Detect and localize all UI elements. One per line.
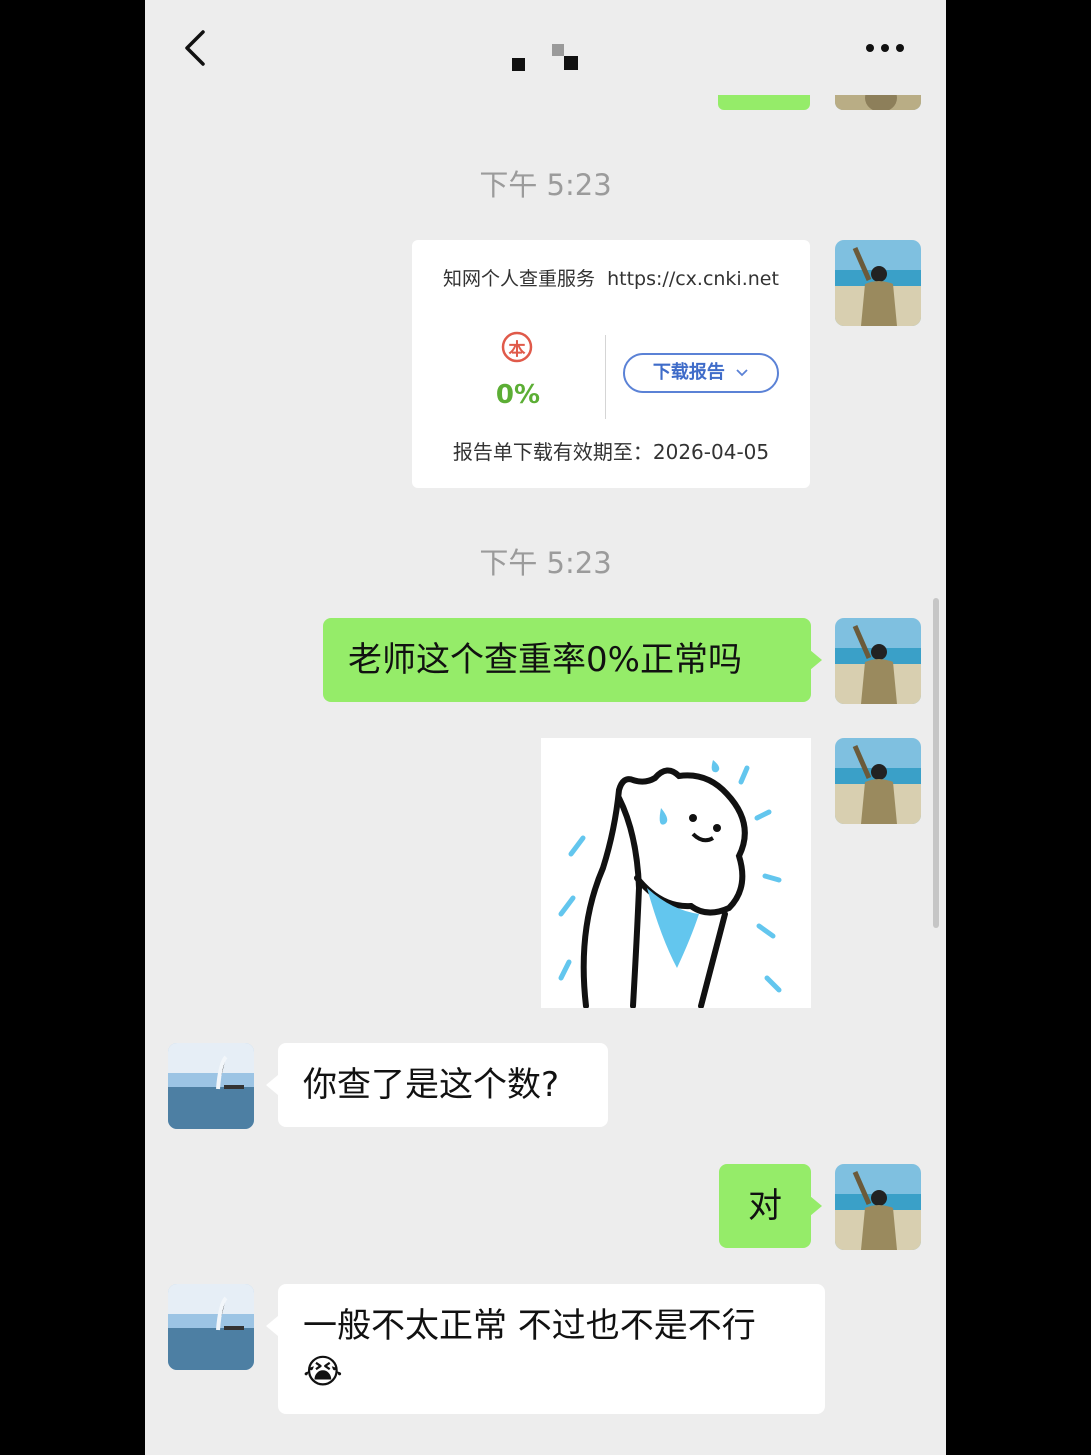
message-bubble-sent[interactable]: 老师这个查重率0%正常吗 <box>323 618 811 702</box>
message-text: 你查了是这个数? <box>303 1065 560 1105</box>
chat-screen: 下午 5:23 知网个人查重服务 https://cx.cnki.net 本 0… <box>145 0 946 1455</box>
message-text: 老师这个查重率0%正常吗 <box>348 640 742 680</box>
card-divider <box>605 335 606 419</box>
timestamp: 下午 5:23 <box>479 546 612 580</box>
chevron-down-icon <box>736 369 748 377</box>
stamp-icon: 本 <box>500 330 534 364</box>
teacher-avatar[interactable] <box>168 1284 254 1370</box>
card-service-name: 知网个人查重服务 <box>443 268 596 290</box>
bubble-tail <box>810 650 822 670</box>
card-url: https://cx.cnki.net <box>607 268 779 290</box>
message-text: 对 <box>748 1186 782 1226</box>
card-expiry: 报告单下载有效期至：2026-04-05 <box>452 440 770 464</box>
stamp-char: 本 <box>508 340 526 360</box>
bubble-tail <box>810 1196 822 1216</box>
avatar[interactable] <box>835 240 921 326</box>
crying-emoji-icon: 😭 <box>303 1352 343 1392</box>
sweating-cat-sticker[interactable] <box>541 738 811 1009</box>
message-bubble-received[interactable]: 一般不太正常 不过也不是不行 😭 <box>278 1284 825 1414</box>
top-bar <box>145 0 946 95</box>
bubble-tail <box>266 1316 278 1336</box>
download-report-label: 下载报告 <box>652 362 725 383</box>
scrollbar[interactable] <box>933 598 939 928</box>
avatar[interactable] <box>835 1164 921 1250</box>
mosaic-title-icon <box>505 40 585 74</box>
teacher-avatar[interactable] <box>168 1043 254 1129</box>
more-dots-icon[interactable] <box>860 34 910 62</box>
download-report-button[interactable]: 下载报告 <box>623 353 779 393</box>
message-text: 一般不太正常 不过也不是不行 <box>303 1306 756 1346</box>
message-bubble-sent[interactable]: 对 <box>719 1164 811 1248</box>
bubble-tail <box>266 1075 278 1095</box>
similarity-percent: 0% <box>495 380 541 410</box>
report-card[interactable]: 知网个人查重服务 https://cx.cnki.net 本 0% 下载报告 报… <box>412 240 810 488</box>
chevron-left-icon[interactable] <box>175 26 219 70</box>
card-header: 知网个人查重服务 https://cx.cnki.net <box>412 264 810 291</box>
message-bubble-received[interactable]: 你查了是这个数? <box>278 1043 608 1127</box>
avatar[interactable] <box>835 618 921 704</box>
timestamp: 下午 5:23 <box>479 168 612 202</box>
avatar[interactable] <box>835 738 921 824</box>
